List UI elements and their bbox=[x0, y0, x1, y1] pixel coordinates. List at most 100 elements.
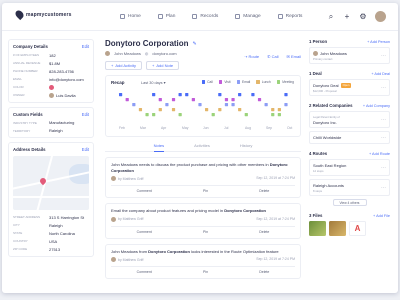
globe-icon: ◍ bbox=[144, 51, 149, 56]
legend-item[interactable]: Meeting bbox=[276, 80, 294, 84]
nav-item-plan[interactable]: Plan bbox=[157, 14, 175, 19]
comment-button[interactable]: Comment bbox=[137, 230, 152, 234]
author-avatar bbox=[111, 176, 116, 181]
company-header: Donytoro Corporation ✎ John Meadows ◍ do… bbox=[105, 39, 301, 70]
activity-dot bbox=[244, 113, 248, 117]
activity-dot bbox=[145, 113, 149, 117]
legend-item[interactable]: Call bbox=[201, 80, 213, 84]
nav-item-reports[interactable]: Reports bbox=[277, 14, 302, 19]
legend-item[interactable]: Visit bbox=[218, 80, 231, 84]
detail-key: Country bbox=[13, 239, 28, 243]
comment-button[interactable]: Comment bbox=[137, 270, 152, 274]
legend-item[interactable]: Lunch bbox=[256, 80, 271, 84]
route-card[interactable]: South East Region 12 stops ⋯ bbox=[309, 159, 390, 176]
user-avatar[interactable] bbox=[375, 11, 386, 22]
tab-notes[interactable]: Notes bbox=[153, 143, 165, 152]
tab-history[interactable]: History bbox=[240, 143, 252, 151]
detail-row: Phone number 828-283-4756 bbox=[9, 67, 93, 75]
note-text: John Meadows from Donytoro Corporation l… bbox=[111, 248, 279, 254]
address-map[interactable] bbox=[13, 156, 89, 210]
activity-dot bbox=[152, 93, 156, 97]
add-deal-link[interactable]: + Add Deal bbox=[371, 72, 390, 76]
activity-dot bbox=[218, 108, 222, 112]
view-all-routes-button[interactable]: View 4 others bbox=[332, 199, 367, 206]
detail-value: $1.8M bbox=[49, 60, 61, 66]
legend-item[interactable]: Email bbox=[236, 80, 250, 84]
pin-button[interactable]: Pin bbox=[203, 230, 208, 234]
more-icon[interactable]: ⋯ bbox=[381, 53, 386, 59]
detail-value: 182 bbox=[49, 52, 56, 58]
plus-icon[interactable]: + bbox=[343, 12, 351, 21]
nav-item-records[interactable]: Records bbox=[192, 14, 218, 19]
person-card[interactable]: John Meadows Primary contact ⋯ bbox=[309, 47, 390, 64]
comment-button[interactable]: Comment bbox=[137, 189, 152, 193]
detail-key: Street address bbox=[13, 215, 40, 219]
left-column: Company Details Edit # of employees 182 An… bbox=[8, 39, 94, 257]
call-label: Call bbox=[271, 54, 279, 59]
email-button[interactable]: ✉ Email bbox=[287, 54, 301, 59]
route-card[interactable]: Raleigh Accounts 8 stops ⋯ bbox=[309, 179, 390, 196]
delete-button[interactable]: Delete bbox=[259, 270, 269, 274]
search-icon[interactable]: ⌕ bbox=[327, 12, 335, 21]
tab-bar: Notes Activities History bbox=[105, 143, 301, 152]
edit-link[interactable]: Edit bbox=[82, 44, 89, 49]
detail-row: # of employees 182 bbox=[9, 51, 93, 59]
activity-dot bbox=[191, 98, 195, 102]
gear-icon[interactable]: ⚙ bbox=[359, 12, 367, 21]
pencil-icon[interactable]: ✎ bbox=[193, 41, 197, 47]
add-company-link[interactable]: + Add Company bbox=[363, 104, 390, 108]
more-icon[interactable]: ⋯ bbox=[381, 135, 386, 141]
detail-value: Raleigh bbox=[49, 128, 63, 133]
route-button[interactable]: ⇢ Route bbox=[244, 54, 259, 59]
detail-key: Zip code bbox=[13, 247, 28, 251]
axis-label: Jul bbox=[224, 126, 229, 130]
more-icon[interactable]: ⋯ bbox=[381, 165, 386, 171]
button-label: Add Note bbox=[156, 63, 174, 68]
main-nav: Home Plan Records Manage Reports bbox=[120, 14, 302, 19]
call-button[interactable]: ✆ Call bbox=[267, 54, 278, 59]
deal-card[interactable]: Donytoro Deal Open $12,000 - Proposal ⋯ bbox=[309, 79, 390, 96]
more-icon[interactable]: ⋯ bbox=[381, 117, 386, 123]
add-person-link[interactable]: + Add Person bbox=[367, 40, 390, 44]
recap-range-select[interactable]: Last 30 days ▾ bbox=[141, 80, 166, 85]
pin-button[interactable]: Pin bbox=[203, 189, 208, 193]
activity-dot bbox=[264, 103, 268, 107]
nav-item-home[interactable]: Home bbox=[120, 14, 141, 19]
activity-dot bbox=[138, 108, 143, 112]
activity-dot bbox=[257, 98, 262, 102]
activity-dot bbox=[171, 108, 176, 112]
tab-activities[interactable]: Activities bbox=[194, 143, 210, 151]
recap-card: Recap Last 30 days ▾ Call Visit Email Lu… bbox=[105, 75, 301, 137]
add-file-link[interactable]: + Add File bbox=[373, 214, 390, 218]
brand-logo[interactable]: mapmycustomers bbox=[13, 8, 72, 21]
file-thumbnail[interactable] bbox=[329, 221, 346, 236]
deal-status-badge: Open bbox=[340, 82, 352, 88]
note-text: Email the company about product features… bbox=[111, 208, 266, 213]
pin-button[interactable]: Pin bbox=[203, 270, 208, 274]
more-icon[interactable]: ⋯ bbox=[381, 185, 386, 191]
company-card[interactable]: Legal Parent Entity of Donytoro Inc. ⋯ bbox=[309, 111, 390, 128]
file-thumbnail[interactable] bbox=[309, 221, 326, 236]
pdf-file-icon[interactable]: A bbox=[349, 221, 366, 236]
edit-link[interactable]: Edit bbox=[82, 112, 89, 117]
primary-contact[interactable]: John Meadows bbox=[114, 51, 141, 56]
detail-row: Email info@donytoro.com bbox=[9, 75, 93, 83]
activity-dot bbox=[185, 93, 189, 97]
add-route-link[interactable]: + Add Route bbox=[369, 152, 390, 156]
company-card[interactable]: Chilli Worldwide ⋯ bbox=[309, 131, 390, 144]
add-activity-button[interactable]: + Add Activity bbox=[105, 61, 143, 70]
activity-dot bbox=[125, 98, 129, 102]
note-date: Sep 12, 2019 at 7:24 PM bbox=[256, 176, 295, 180]
detail-row: Color bbox=[9, 83, 93, 91]
edit-link[interactable]: Edit bbox=[82, 147, 89, 152]
main-column: Donytoro Corporation ✎ John Meadows ◍ do… bbox=[105, 39, 301, 279]
delete-button[interactable]: Delete bbox=[259, 230, 269, 234]
route-name: South East Region bbox=[313, 162, 347, 168]
website-link[interactable]: donytoro.com bbox=[152, 51, 176, 56]
more-icon[interactable]: ⋯ bbox=[381, 85, 386, 91]
delete-button[interactable]: Delete bbox=[259, 189, 269, 193]
add-note-button[interactable]: + Add Note bbox=[146, 61, 180, 70]
nav-item-manage[interactable]: Manage bbox=[235, 14, 261, 19]
detail-key: Owner bbox=[13, 93, 25, 97]
detail-value[interactable]: info@donytoro.com bbox=[49, 77, 84, 82]
